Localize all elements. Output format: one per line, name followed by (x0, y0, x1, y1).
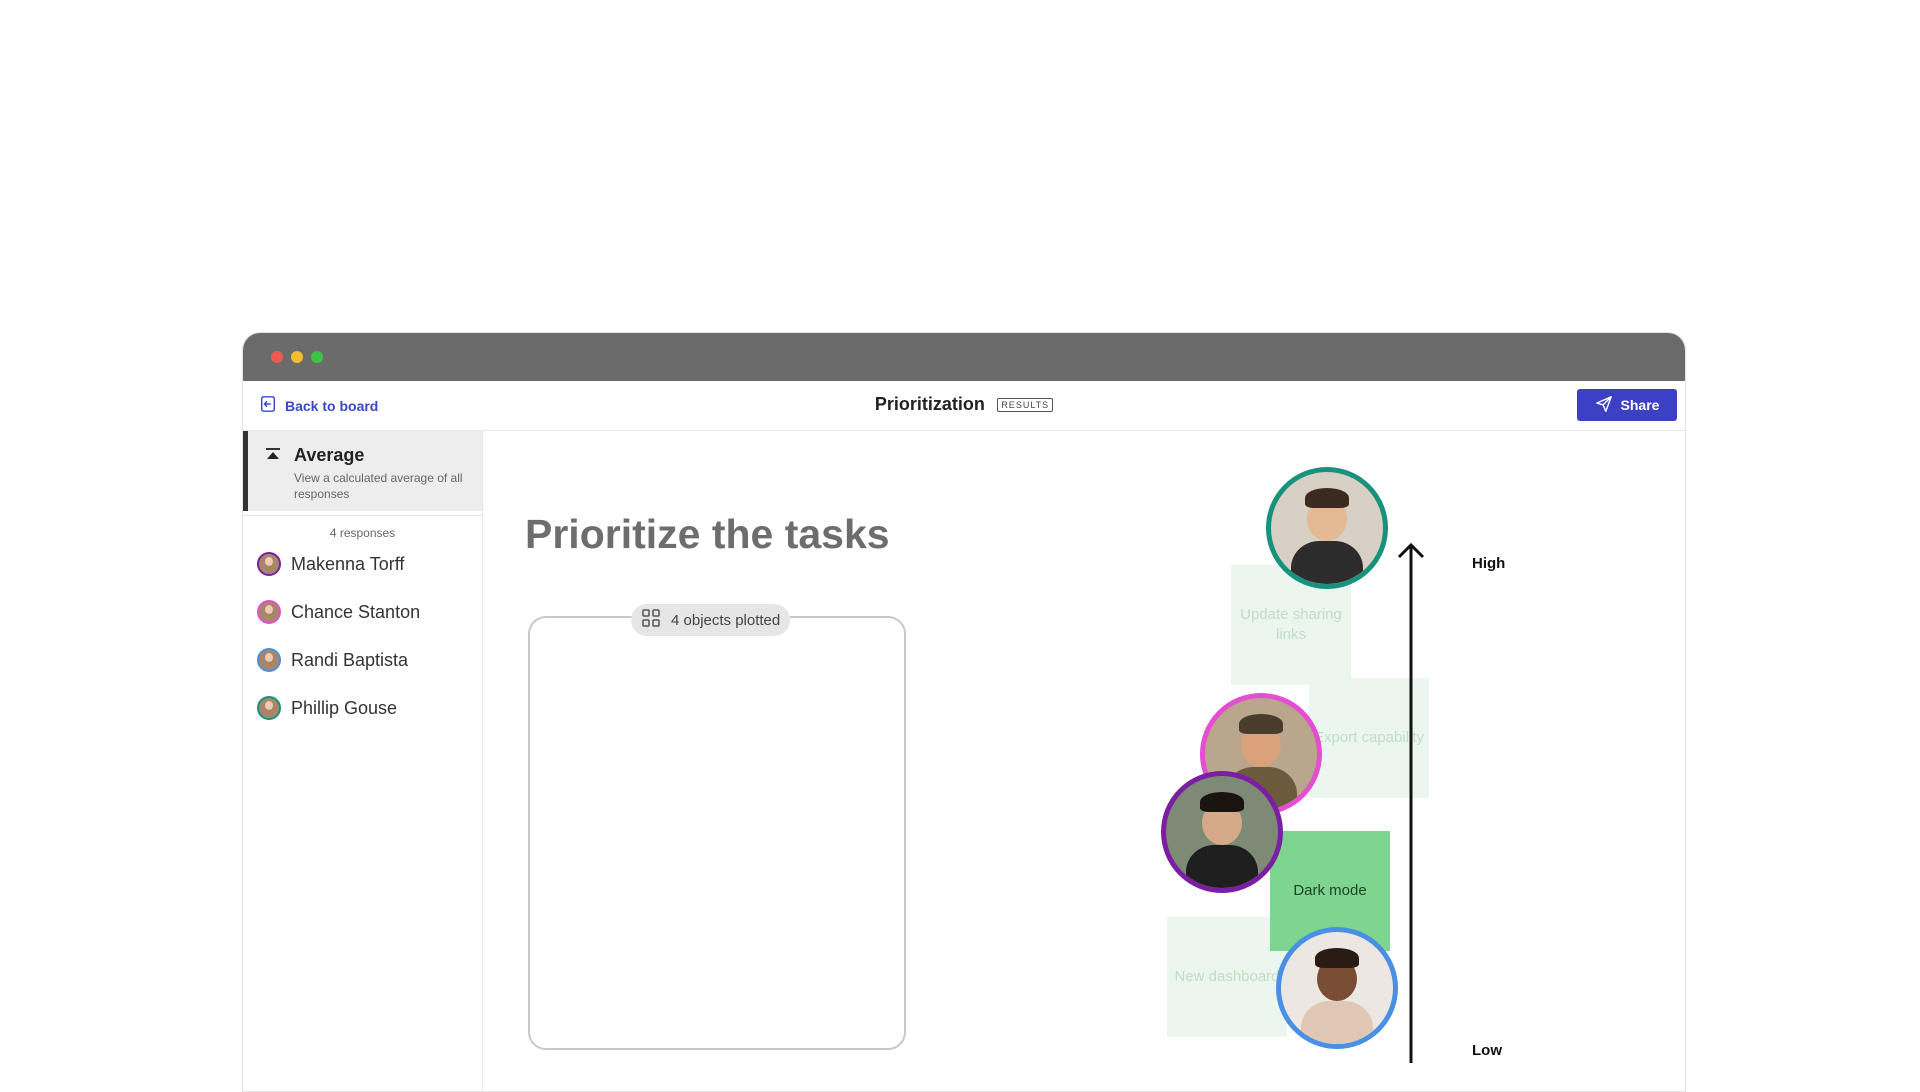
share-label: Share (1620, 397, 1660, 413)
avatar-phillip-gouse (1266, 467, 1388, 589)
responses-sidebar: Average View a calculated average of all… (243, 431, 483, 1091)
objects-plotted-label: 4 objects plotted (671, 611, 781, 629)
main-canvas: Prioritize the tasks 4 objects plotted U… (483, 431, 1685, 1091)
activity-heading: Prioritize the tasks (525, 511, 890, 557)
objects-plotted-pill: 4 objects plotted (631, 604, 791, 636)
avatar (257, 552, 281, 576)
person-item-chance-stanton[interactable]: Chance Stanton (243, 588, 482, 636)
grid-icon (641, 608, 661, 632)
avatar-randi-baptista (1276, 927, 1398, 1049)
average-icon (264, 447, 282, 465)
arrow-up-icon (1397, 542, 1425, 1063)
average-title: Average (294, 445, 365, 465)
close-window-button[interactable] (271, 351, 283, 363)
note-label: New dashboard (1174, 968, 1280, 985)
app-window: Back to board Prioritization RESULTS Sha… (242, 332, 1686, 1092)
share-button[interactable]: Share (1577, 389, 1677, 421)
page-title-group: Prioritization RESULTS (243, 394, 1685, 415)
results-badge: RESULTS (997, 397, 1054, 412)
avatar (257, 696, 281, 720)
window-titlebar (243, 333, 1685, 381)
person-name: Makenna Torff (291, 553, 405, 574)
person-name: Phillip Gouse (291, 697, 398, 718)
responses-count: 4 responses (329, 526, 396, 540)
note-label: Dark mode (1293, 882, 1367, 899)
person-name: Chance Stanton (291, 601, 421, 622)
average-subtitle: View a calculated average of all respons… (294, 471, 463, 501)
sticky-note-new-dashboard[interactable]: New dashboard (1167, 917, 1287, 1037)
toolbar: Back to board Prioritization RESULTS Sha… (243, 381, 1685, 431)
axis-label-low: Low (1472, 1042, 1502, 1059)
average-item[interactable]: Average View a calculated average of all… (243, 431, 482, 511)
person-name: Randi Baptista (291, 649, 409, 670)
avatar (257, 648, 281, 672)
sidebar-divider (243, 515, 482, 516)
page-title: Prioritization (874, 394, 985, 414)
maximize-window-button[interactable] (311, 351, 323, 363)
minimize-window-button[interactable] (291, 351, 303, 363)
axis-label-high: High (1472, 555, 1506, 572)
person-item-makenna-torff[interactable]: Makenna Torff (243, 540, 482, 588)
person-item-randi-baptista[interactable]: Randi Baptista (243, 636, 482, 684)
avatar-makenna-torff (1161, 771, 1283, 893)
avatar (257, 600, 281, 624)
plotted-objects-area[interactable]: 4 objects plotted (528, 604, 906, 1050)
note-label: Update sharing links (1240, 606, 1342, 643)
person-item-phillip-gouse[interactable]: Phillip Gouse (243, 684, 482, 732)
send-icon (1595, 395, 1613, 416)
